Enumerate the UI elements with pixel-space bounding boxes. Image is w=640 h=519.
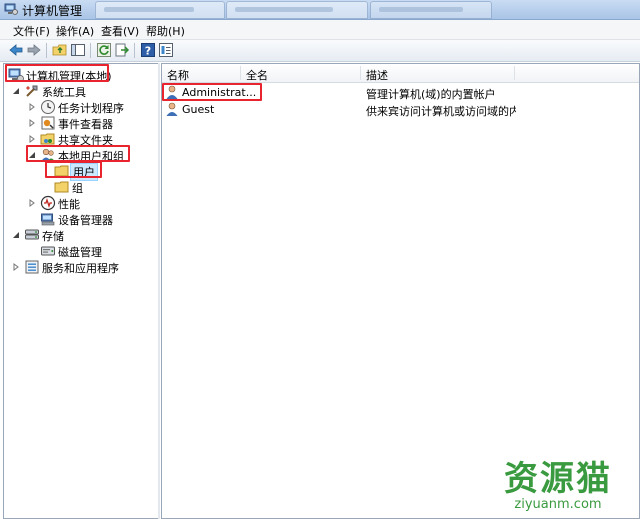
tree-item-services-apps[interactable]: 服务和应用程序	[12, 259, 156, 275]
computer-management-icon	[8, 68, 24, 82]
tree-item-shared-folders[interactable]: 共享文件夹	[28, 131, 156, 147]
column-header-description[interactable]: 描述	[366, 67, 388, 83]
show-tree-icon[interactable]	[70, 42, 86, 58]
column-divider[interactable]	[240, 66, 241, 80]
tree-label: 本地用户和组	[58, 150, 124, 163]
watermark-url: ziyuanm.com	[514, 497, 602, 512]
tree-item-performance[interactable]: 性能	[28, 195, 156, 211]
shared-folder-icon	[40, 133, 55, 145]
expand-arrow-icon[interactable]	[28, 103, 36, 111]
watermark-logo: 资源猫 ziyuanm.com	[488, 460, 628, 516]
console-tree[interactable]: 计算机管理(本地) 系统工具 任务计划程序 事件查看器 共享文件夹 本地用户和组…	[3, 63, 159, 519]
tree-item-users[interactable]: 用户	[52, 163, 152, 181]
collapse-arrow-icon[interactable]	[12, 231, 20, 239]
tree-label: 组	[72, 182, 83, 195]
collapse-arrow-icon[interactable]	[12, 87, 20, 95]
svg-text:?: ?	[145, 45, 151, 58]
tree-label: 事件查看器	[58, 118, 113, 131]
tree-item-disk-management[interactable]: 磁盘管理	[28, 243, 156, 259]
title-bar: 计算机管理	[0, 0, 640, 20]
column-divider[interactable]	[514, 66, 515, 80]
refresh-icon[interactable]	[96, 42, 112, 58]
expand-arrow-icon[interactable]	[28, 135, 36, 143]
disk-management-icon	[41, 246, 55, 256]
tree-item-task-scheduler[interactable]: 任务计划程序	[28, 99, 156, 115]
menu-bar: 文件(F) 操作(A) 查看(V) 帮助(H)	[0, 20, 640, 40]
clock-icon	[41, 100, 55, 114]
device-manager-icon	[41, 213, 55, 226]
expand-arrow-icon[interactable]	[28, 199, 36, 207]
table-row[interactable]: Administrat... 管理计算机(域)的内置帐户	[162, 84, 639, 101]
menu-action[interactable]: 操作(A)	[56, 23, 94, 39]
toolbar-separator	[46, 43, 47, 58]
tree-label: 磁盘管理	[58, 246, 102, 259]
export-icon[interactable]	[114, 42, 130, 58]
tree-label: 任务计划程序	[58, 102, 124, 115]
table-row[interactable]: Guest 供来宾访问计算机或访问域的内...	[162, 101, 639, 118]
watermark-brand: 资源猫	[504, 459, 612, 499]
column-header-full-name[interactable]: 全名	[246, 67, 268, 83]
tree-item-root[interactable]: 计算机管理(本地)	[8, 67, 158, 83]
tree-label: 性能	[58, 198, 80, 211]
tree-item-event-viewer[interactable]: 事件查看器	[28, 115, 156, 131]
details-list[interactable]: 名称 全名 描述 Administrat... 管理计算机(域)的内置帐户 Gu…	[161, 63, 640, 519]
event-viewer-icon	[41, 116, 55, 130]
cell-name: Administrat...	[182, 86, 257, 99]
tree-label: 存储	[42, 230, 64, 243]
pane-splitter[interactable]	[158, 63, 160, 519]
help-icon[interactable]: ?	[140, 42, 156, 58]
user-icon	[166, 85, 178, 99]
tree-label: 共享文件夹	[58, 134, 113, 147]
column-header-name[interactable]: 名称	[167, 67, 189, 83]
back-icon[interactable]	[8, 42, 24, 58]
cell-description: 管理计算机(域)的内置帐户	[366, 88, 496, 101]
tree-label: 服务和应用程序	[42, 262, 119, 275]
column-header-row: 名称 全名 描述	[162, 64, 639, 83]
performance-icon	[40, 195, 56, 211]
forward-icon[interactable]	[26, 42, 42, 58]
storage-icon	[25, 229, 39, 240]
toolbar: ?	[0, 40, 640, 62]
properties-icon[interactable]	[158, 42, 174, 58]
folder-icon	[54, 181, 69, 193]
expand-arrow-icon[interactable]	[28, 119, 36, 127]
menu-view[interactable]: 查看(V)	[101, 23, 139, 39]
collapse-arrow-icon[interactable]	[28, 151, 36, 159]
tree-item-groups[interactable]: 组	[52, 179, 152, 195]
tools-icon	[26, 85, 38, 97]
expand-arrow-icon[interactable]	[12, 263, 20, 271]
computer-management-icon	[4, 3, 18, 15]
tree-item-device-manager[interactable]: 设备管理器	[28, 211, 156, 227]
tree-label: 计算机管理(本地)	[26, 70, 112, 83]
folder-icon	[54, 165, 69, 177]
services-icon	[25, 260, 39, 274]
toolbar-separator	[90, 43, 91, 58]
user-icon	[166, 102, 178, 116]
background-tab[interactable]	[95, 1, 225, 19]
tree-item-local-users-groups[interactable]: 本地用户和组	[28, 147, 156, 163]
cell-name: Guest	[182, 103, 215, 116]
menu-help[interactable]: 帮助(H)	[146, 23, 185, 39]
cell-description: 供来宾访问计算机或访问域的内...	[366, 105, 516, 118]
background-tab[interactable]	[226, 1, 368, 19]
up-folder-icon[interactable]	[52, 42, 68, 58]
users-group-icon	[41, 148, 55, 161]
column-divider[interactable]	[360, 66, 361, 80]
tree-item-system-tools[interactable]: 系统工具	[12, 83, 152, 99]
tree-label: 设备管理器	[58, 214, 113, 227]
tree-label: 系统工具	[42, 86, 86, 99]
tree-item-storage[interactable]: 存储	[12, 227, 152, 243]
window-title: 计算机管理	[22, 4, 83, 18]
menu-file[interactable]: 文件(F)	[13, 23, 50, 39]
toolbar-separator	[134, 43, 135, 58]
background-tab[interactable]	[370, 1, 492, 19]
